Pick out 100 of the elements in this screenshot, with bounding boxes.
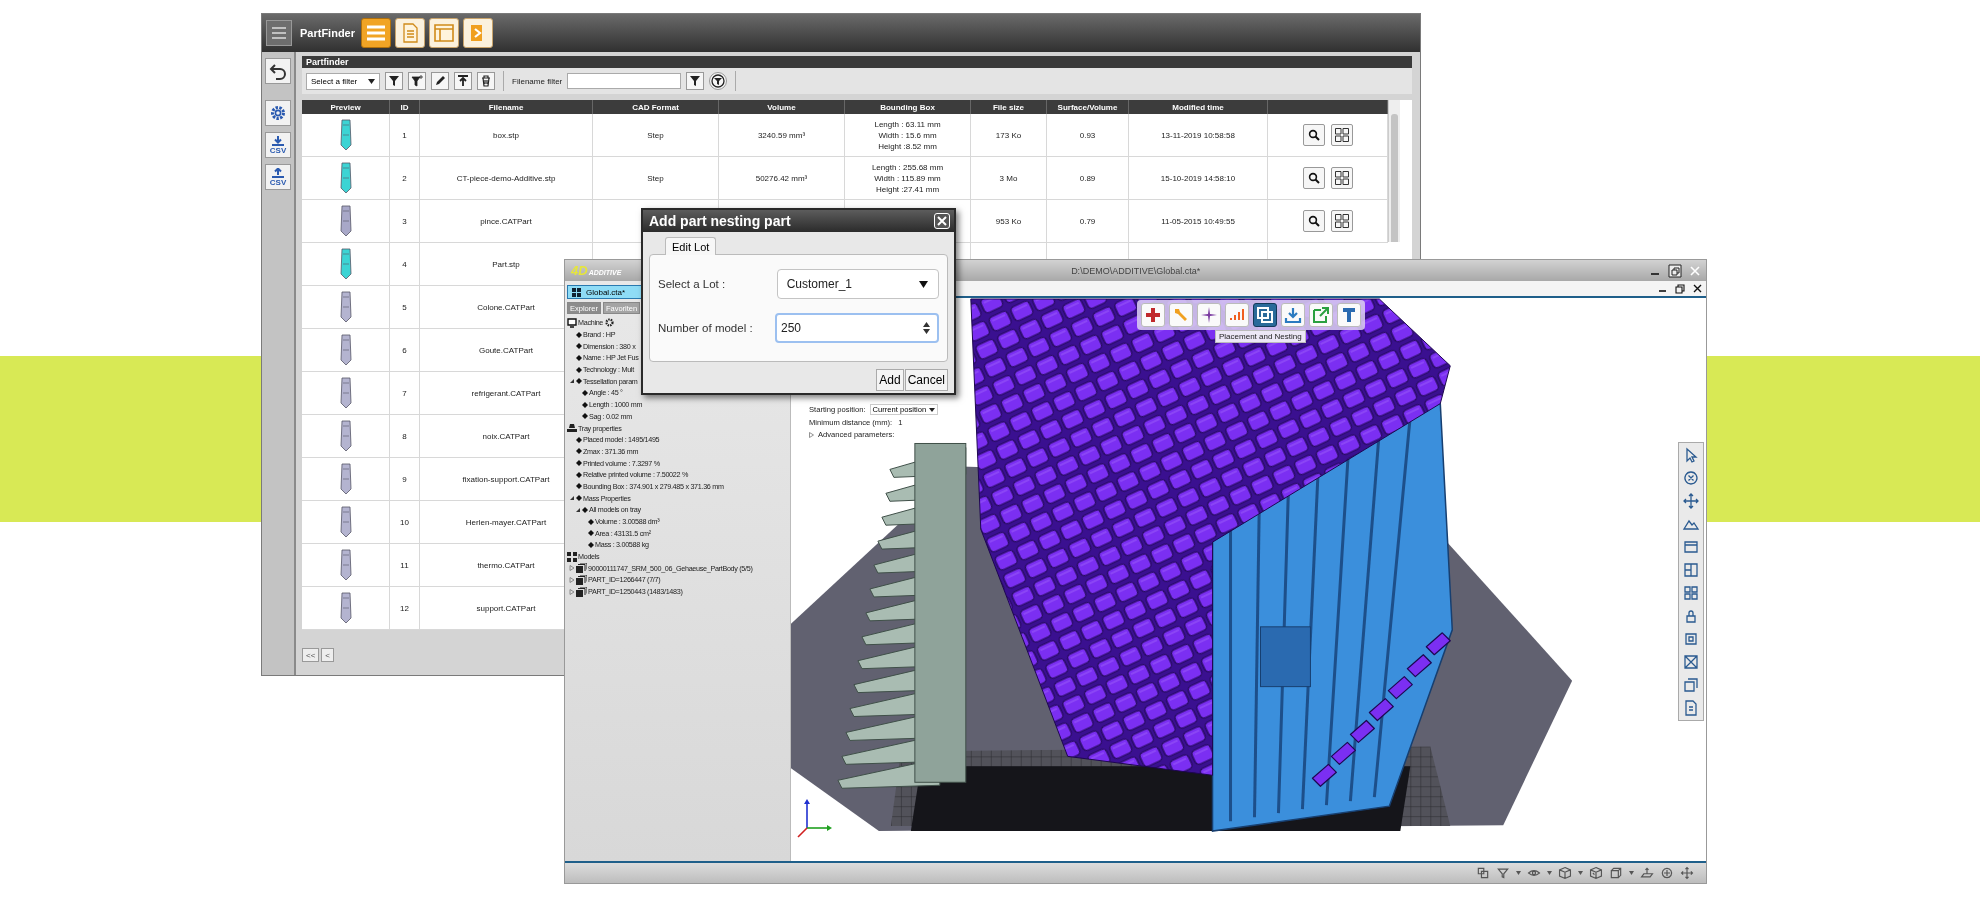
- stack-icon[interactable]: [1682, 676, 1700, 694]
- panels-icon[interactable]: [1682, 561, 1700, 579]
- number-field[interactable]: 250: [775, 313, 939, 343]
- dialog-button[interactable]: Add: [876, 369, 904, 391]
- bullet-icon: [582, 389, 588, 396]
- close-icon: [937, 216, 947, 226]
- table-cell: 15-10-2019 14:58:10: [1129, 157, 1268, 199]
- filter-icon[interactable]: [1496, 866, 1510, 880]
- csv-import-button[interactable]: CSV: [265, 164, 291, 190]
- column-header: ID: [390, 100, 420, 114]
- delete-button[interactable]: [477, 72, 495, 90]
- caret-icon[interactable]: [1516, 871, 1521, 875]
- copy-icon[interactable]: [1476, 866, 1490, 880]
- column-header: Filename: [420, 100, 593, 114]
- filter-icon: [689, 75, 702, 87]
- pager-button[interactable]: <: [321, 648, 334, 662]
- close-button[interactable]: [934, 213, 950, 229]
- tool-button[interactable]: [1309, 303, 1333, 327]
- plane-icon[interactable]: [1640, 866, 1654, 880]
- trash-icon: [480, 75, 492, 87]
- edit-button[interactable]: [431, 72, 449, 90]
- stack-icon: [576, 563, 587, 574]
- move-arrows-icon[interactable]: [1682, 492, 1700, 510]
- undo-button[interactable]: [265, 58, 291, 84]
- dialog-button[interactable]: Cancel: [904, 369, 948, 391]
- tool-button[interactable]: [1337, 303, 1361, 327]
- bullet-icon: [588, 541, 594, 548]
- filter-icon: [388, 75, 400, 87]
- table-cell: 10: [390, 501, 420, 543]
- pager-button[interactable]: <<: [302, 648, 320, 662]
- close-icon[interactable]: [1693, 284, 1702, 293]
- tool-button[interactable]: [1281, 303, 1305, 327]
- wrench-icon: [1172, 306, 1190, 324]
- nesting-button[interactable]: [1253, 303, 1277, 327]
- caret-icon[interactable]: [1578, 871, 1583, 875]
- caret-icon[interactable]: [1547, 871, 1552, 875]
- layout-button[interactable]: [1330, 167, 1353, 189]
- tool-button[interactable]: [1197, 303, 1221, 327]
- column-header: Preview: [302, 100, 390, 114]
- caret-icon[interactable]: [1629, 871, 1634, 875]
- table-cell: 8: [390, 415, 420, 457]
- filter-button[interactable]: [385, 72, 403, 90]
- grid-icon: [567, 551, 577, 562]
- filter-button[interactable]: [686, 72, 705, 90]
- table-cell: 13-11-2019 10:58:58: [1129, 114, 1268, 156]
- export-icon: [1312, 306, 1330, 324]
- table-cell: Step: [593, 114, 719, 156]
- stack-icon: [576, 586, 587, 597]
- table-cell: 0.79: [1047, 200, 1129, 242]
- table-cell: box.stp: [420, 114, 593, 156]
- filter-dropdown[interactable]: Select a filter: [306, 72, 380, 90]
- layout-button[interactable]: [1330, 124, 1353, 146]
- restore-icon[interactable]: [1668, 263, 1682, 278]
- circle-x-icon[interactable]: [1682, 469, 1700, 487]
- toolbar-button[interactable]: [361, 18, 391, 48]
- layout-button[interactable]: [1330, 210, 1353, 232]
- upload-button[interactable]: [454, 72, 472, 90]
- window-icon[interactable]: [1682, 538, 1700, 556]
- caliper-icon: [1340, 306, 1358, 324]
- target-icon[interactable]: [1660, 866, 1674, 880]
- table-cell: 3 Mo: [971, 157, 1047, 199]
- move-arrows-icon[interactable]: [1680, 866, 1694, 880]
- csv-export-button[interactable]: CSV: [265, 132, 291, 158]
- tool-button[interactable]: [1141, 303, 1165, 327]
- lot-dropdown[interactable]: Customer_1: [776, 269, 939, 299]
- column-header: CAD Format: [593, 100, 719, 114]
- clear-filter-button[interactable]: [709, 72, 728, 90]
- table-cell: 12: [390, 587, 420, 629]
- box-x-icon[interactable]: [1682, 653, 1700, 671]
- filename-filter-field[interactable]: [567, 73, 682, 89]
- table-cell: 11-05-2015 10:49:55: [1129, 200, 1268, 242]
- caret-icon: [368, 78, 375, 84]
- scrollbar[interactable]: [1388, 100, 1400, 242]
- restore-icon[interactable]: [1675, 283, 1685, 294]
- download-icon: [271, 135, 285, 146]
- table-cell: 7: [390, 372, 420, 414]
- document-icon[interactable]: [1682, 699, 1700, 717]
- view-button[interactable]: [1302, 210, 1325, 232]
- column-header: Volume: [719, 100, 845, 114]
- table-cell: 6: [390, 329, 420, 371]
- settings-button[interactable]: [265, 100, 291, 126]
- expander-icon[interactable]: [569, 495, 575, 502]
- view-button[interactable]: [1302, 124, 1325, 146]
- dialog-tab[interactable]: Edit Lot: [665, 237, 717, 255]
- table-cell: 11: [390, 544, 420, 586]
- bullet-icon: [576, 354, 582, 361]
- stack-icon: [576, 574, 587, 585]
- table-cell: 1: [390, 114, 420, 156]
- expander-icon[interactable]: [575, 506, 581, 513]
- table-cell: CT-piece-demo-Additive.stp: [420, 157, 593, 199]
- box-icon[interactable]: [1609, 866, 1623, 880]
- spinner-icon[interactable]: [922, 321, 931, 335]
- view-button[interactable]: [1302, 167, 1325, 189]
- table-cell: 3240.59 mm³: [719, 114, 845, 156]
- grid-icon[interactable]: [1682, 584, 1700, 602]
- cube-icon[interactable]: [1589, 866, 1603, 880]
- filter-add-button[interactable]: [408, 72, 426, 90]
- expander-icon[interactable]: [569, 378, 575, 385]
- cube-icon[interactable]: [1558, 866, 1572, 880]
- menu-button[interactable]: [266, 20, 292, 46]
